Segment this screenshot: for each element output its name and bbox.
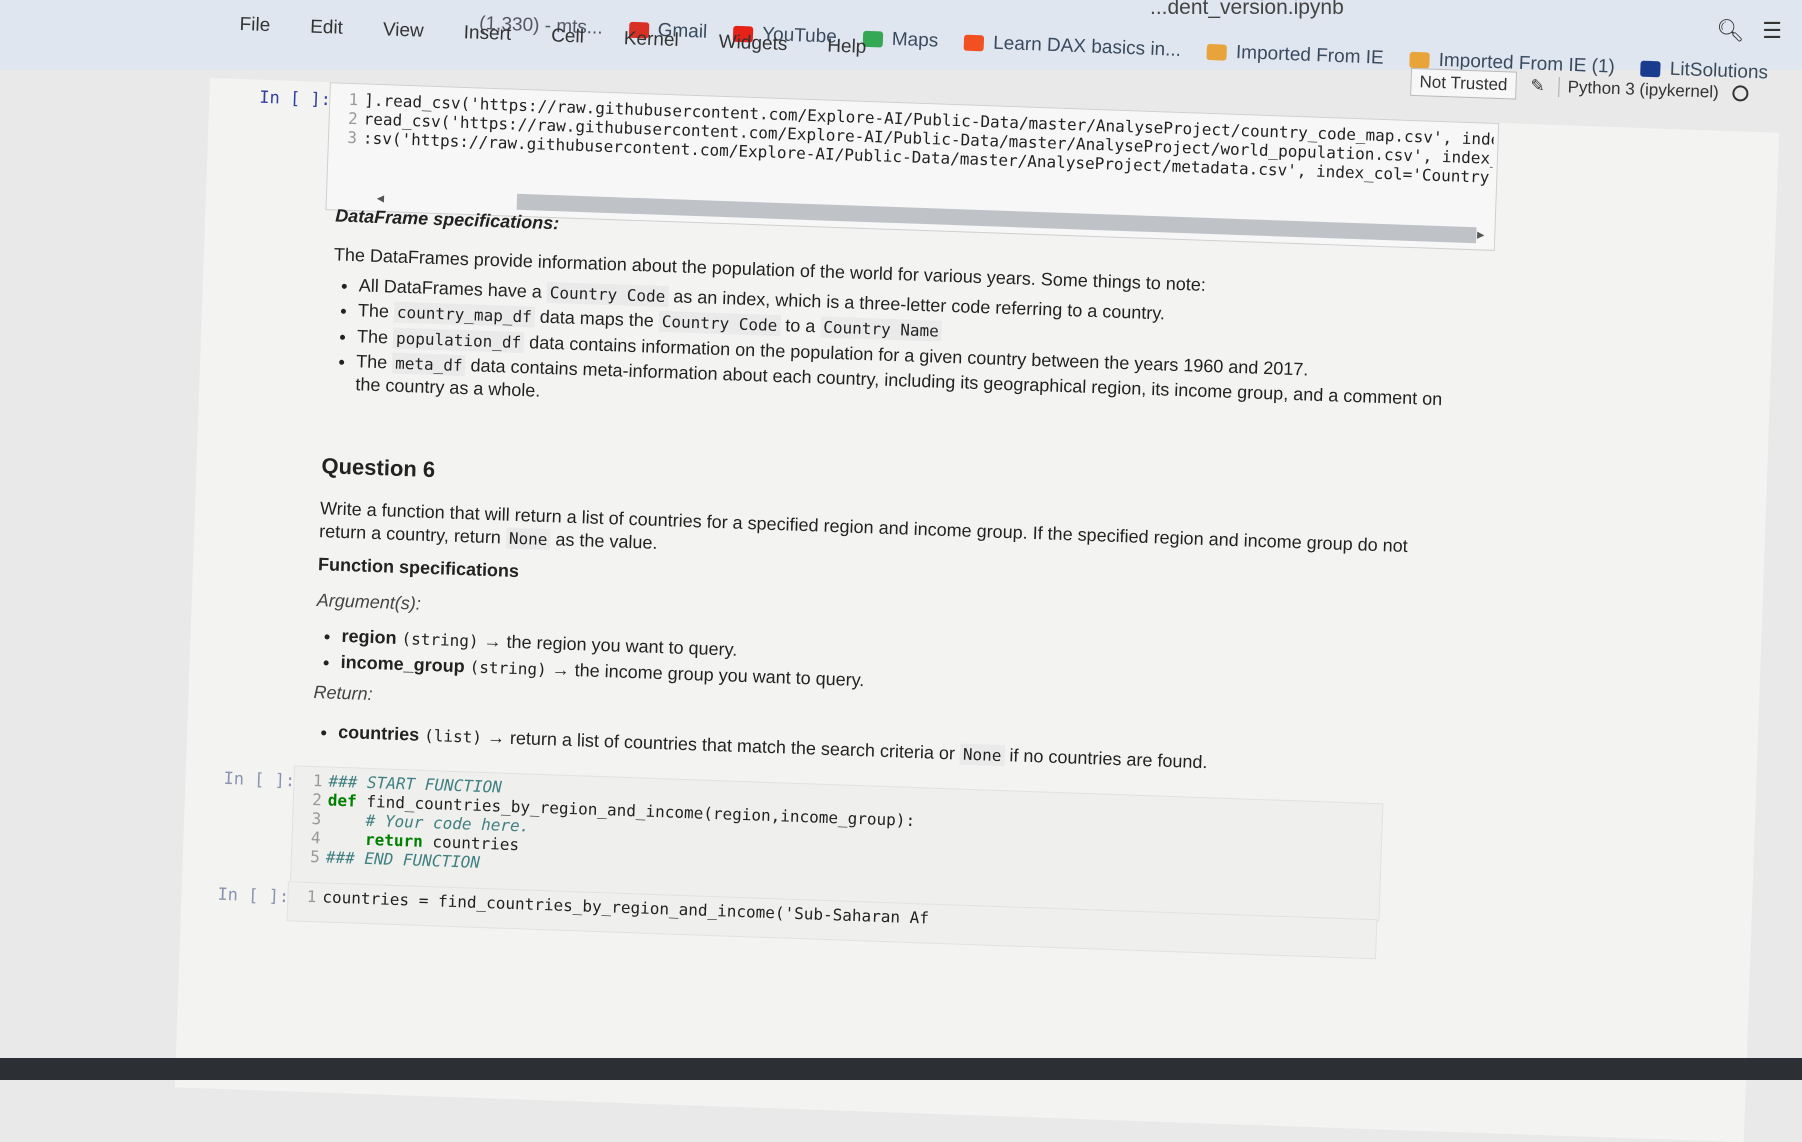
menu-help[interactable]: Help bbox=[827, 36, 867, 59]
menu-kernel[interactable]: Kernel bbox=[623, 28, 679, 52]
bookmark-imported-ie[interactable]: Imported From IE bbox=[1206, 41, 1384, 70]
scroll-left-arrow-icon[interactable]: ◀ bbox=[377, 191, 385, 205]
microsoft-icon bbox=[963, 34, 985, 52]
bookmark-maps[interactable]: Maps bbox=[862, 28, 939, 53]
menu-cell[interactable]: Cell bbox=[551, 25, 584, 48]
folder-icon bbox=[1409, 51, 1430, 69]
cell2-prompt: In [ ]: bbox=[223, 768, 296, 792]
litsolutions-icon bbox=[1640, 60, 1662, 78]
markdown-cell-question-6: Question 6 Write a function that will re… bbox=[312, 452, 1462, 785]
menu-insert[interactable]: Insert bbox=[463, 22, 511, 46]
trust-button[interactable]: Not Trusted bbox=[1410, 67, 1517, 100]
bookmark-learn-dax[interactable]: Learn DAX basics in... bbox=[963, 32, 1181, 62]
screen-bezel bbox=[0, 1058, 1802, 1080]
cell1-prompt: In [ ]: bbox=[258, 87, 332, 111]
menu-widgets[interactable]: Widgets bbox=[718, 32, 787, 57]
browser-actions: 🔍︎ ☰ bbox=[1716, 18, 1782, 44]
notebook-area: Not Trusted ✎ Python 3 (ipykernel) In [ … bbox=[174, 67, 1780, 1142]
scroll-right-arrow-icon[interactable]: ▶ bbox=[1477, 227, 1485, 241]
kernel-name[interactable]: Python 3 (ipykernel) bbox=[1558, 77, 1720, 103]
notebook-filename: ...dent_version.ipynb bbox=[1150, 0, 1344, 19]
kernel-status-icon bbox=[1732, 85, 1749, 102]
menu-edit[interactable]: Edit bbox=[310, 17, 343, 40]
cell3-prompt: In [ ]: bbox=[217, 884, 290, 908]
markdown-cell-dataframe-specs: DataFrame specifications: The DataFrames… bbox=[329, 204, 1475, 437]
menu-file[interactable]: File bbox=[239, 14, 270, 37]
extension-icon[interactable]: ☰ bbox=[1762, 18, 1782, 44]
folder-icon bbox=[1206, 43, 1228, 61]
menu-view[interactable]: View bbox=[382, 19, 425, 42]
edit-pencil-icon[interactable]: ✎ bbox=[1530, 76, 1545, 96]
search-icon[interactable]: 🔍︎ bbox=[1716, 18, 1744, 44]
